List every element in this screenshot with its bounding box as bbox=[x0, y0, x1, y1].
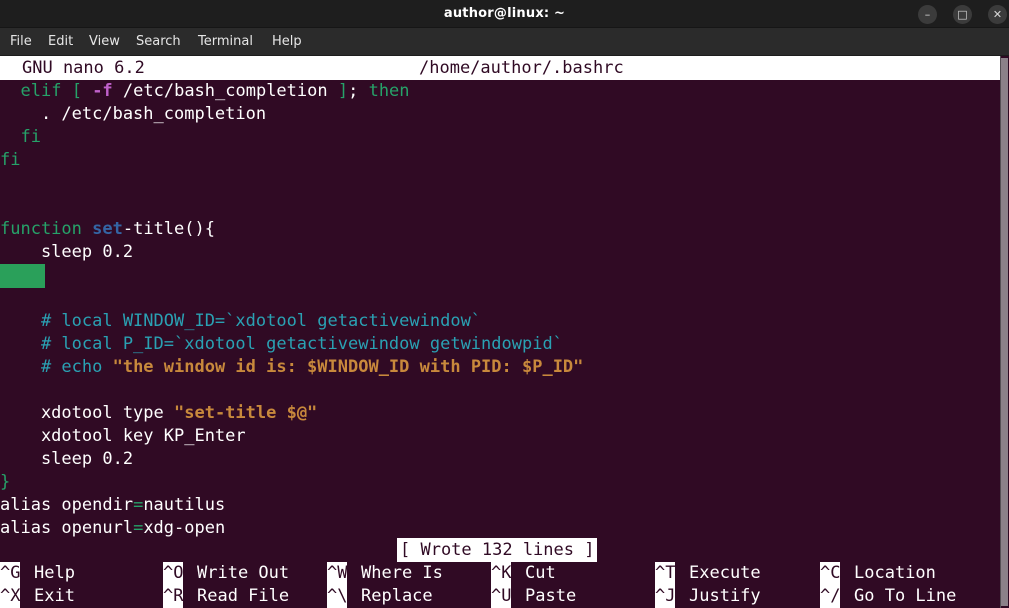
shortcut-key[interactable]: ^U bbox=[491, 585, 512, 608]
shortcut-label-read-file[interactable]: Read File bbox=[197, 585, 289, 608]
code-token: } bbox=[0, 472, 11, 492]
terminal-window: author@linux: ~ – □ ✕ File Edit View Search… bbox=[0, 0, 1009, 608]
code-token: ] bbox=[337, 81, 349, 101]
code-token: xdotool key KP_Enter bbox=[0, 426, 246, 446]
shortcut-key[interactable]: ^C bbox=[820, 562, 841, 585]
code-token: # echo bbox=[0, 357, 113, 377]
nano-shortcut-bar: ^G Help ^O Write Out ^W Where Is ^K Cut ^T Execut… bbox=[0, 562, 1009, 608]
shortcut-label-exit[interactable]: Exit bbox=[34, 585, 75, 608]
code-line: fi bbox=[0, 149, 20, 172]
menu-item-view[interactable]: View bbox=[89, 28, 120, 56]
nano-filename-label: /home/author/.bashrc bbox=[419, 58, 624, 78]
shortcut-label-replace[interactable]: Replace bbox=[361, 585, 433, 608]
shortcut-key[interactable]: ^W bbox=[327, 562, 348, 585]
shortcut-label-write-out[interactable]: Write Out bbox=[197, 562, 289, 585]
code-line: . /etc/bash_completion bbox=[0, 103, 266, 126]
code-line: # local P_ID=`xdotool getactivewindow ge… bbox=[0, 333, 563, 356]
nano-version-label: GNU nano 6.2 bbox=[22, 58, 145, 78]
code-token: xdotool type bbox=[0, 403, 174, 423]
shortcut-label-where-is[interactable]: Where Is bbox=[361, 562, 443, 585]
shortcut-key[interactable]: ^O bbox=[163, 562, 184, 585]
window-title: author@linux: ~ bbox=[443, 6, 566, 21]
code-token: "the window id is: $WINDOW_ID with PID: … bbox=[112, 357, 584, 377]
shortcut-label-location[interactable]: Location bbox=[854, 562, 936, 585]
code-token: -f bbox=[92, 81, 113, 101]
code-line: # echo "the window id is: $WINDOW_ID wit… bbox=[0, 356, 583, 379]
code-line: # local WINDOW_ID=`xdotool getactivewind… bbox=[0, 310, 481, 333]
code-token: = bbox=[133, 518, 144, 538]
code-token: /etc/bash_completion bbox=[112, 81, 338, 101]
code-token: fi bbox=[20, 127, 41, 147]
code-line: fi bbox=[0, 126, 41, 149]
code-line: sleep 0.2 bbox=[0, 241, 133, 264]
code-token: sleep 0.2 bbox=[0, 242, 134, 262]
code-token: = bbox=[133, 495, 144, 515]
shortcut-label-paste[interactable]: Paste bbox=[525, 585, 576, 608]
shortcut-key[interactable]: ^/ bbox=[820, 585, 841, 608]
code-token: ; bbox=[348, 81, 369, 101]
shortcut-key[interactable]: ^J bbox=[655, 585, 676, 608]
code-token: "set-title $@" bbox=[174, 403, 318, 423]
minimize-icon[interactable]: – bbox=[918, 5, 937, 24]
code-line: elif [ -f /etc/bash_completion ]; then bbox=[0, 80, 410, 103]
code-token: # local WINDOW_ID=`xdotool getactivewind… bbox=[0, 311, 482, 331]
code-token: alias openurl bbox=[0, 518, 134, 538]
code-token: xdg-open bbox=[143, 518, 226, 538]
code-line: } bbox=[0, 471, 10, 494]
menu-item-terminal[interactable]: Terminal bbox=[198, 28, 253, 56]
code-token: -title(){ bbox=[122, 219, 215, 239]
shortcut-label-help[interactable]: Help bbox=[34, 562, 75, 585]
menu-item-help[interactable]: Help bbox=[272, 28, 302, 56]
shortcut-key[interactable]: ^X bbox=[0, 585, 21, 608]
code-token: fi bbox=[0, 150, 21, 170]
editor-cursor-block bbox=[0, 264, 45, 288]
menu-item-edit[interactable]: Edit bbox=[48, 28, 73, 56]
shortcut-key[interactable]: ^\ bbox=[327, 585, 348, 608]
terminal-screen[interactable]: GNU nano 6.2 /home/author/.bashrc elif [… bbox=[0, 56, 1009, 608]
code-token: then bbox=[368, 81, 410, 101]
menubar: File Edit View Search Terminal Help bbox=[0, 28, 1009, 56]
code-token: . /etc/bash_completion bbox=[0, 104, 267, 124]
window-titlebar: author@linux: ~ – □ ✕ bbox=[0, 0, 1009, 28]
menu-item-file[interactable]: File bbox=[10, 28, 32, 56]
shortcut-key[interactable]: ^T bbox=[655, 562, 676, 585]
close-icon[interactable]: ✕ bbox=[988, 5, 1007, 24]
nano-header-bar: GNU nano 6.2 /home/author/.bashrc bbox=[0, 56, 1000, 80]
code-token: function bbox=[0, 219, 82, 239]
scrollbar-thumb[interactable] bbox=[1001, 58, 1008, 606]
shortcut-label-go-to-line[interactable]: Go To Line bbox=[854, 585, 956, 608]
code-line: xdotool type "set-title $@" bbox=[0, 402, 317, 425]
code-line: function set-title(){ bbox=[0, 218, 215, 241]
code-token: sleep 0.2 bbox=[0, 449, 134, 469]
code-token: elif bbox=[20, 81, 62, 101]
status-message: [ Wrote 132 lines ] bbox=[397, 538, 598, 562]
code-token: [ bbox=[71, 81, 82, 101]
code-token: alias opendir bbox=[0, 495, 134, 515]
code-token: nautilus bbox=[143, 495, 226, 515]
code-line: alias openurl=xdg-open bbox=[0, 517, 225, 540]
shortcut-key[interactable]: ^G bbox=[0, 562, 21, 585]
code-token: set bbox=[92, 219, 123, 239]
shortcut-key[interactable]: ^R bbox=[163, 585, 184, 608]
shortcut-label-cut[interactable]: Cut bbox=[525, 562, 556, 585]
shortcut-label-execute[interactable]: Execute bbox=[689, 562, 761, 585]
maximize-icon[interactable]: □ bbox=[953, 5, 972, 24]
code-line: xdotool key KP_Enter bbox=[0, 425, 246, 448]
code-line: sleep 0.2 bbox=[0, 448, 133, 471]
code-token: # local P_ID=`xdotool getactivewindow ge… bbox=[0, 334, 563, 354]
menu-item-search[interactable]: Search bbox=[136, 28, 181, 56]
shortcut-key[interactable]: ^K bbox=[491, 562, 512, 585]
code-line: alias opendir=nautilus bbox=[0, 494, 225, 517]
shortcut-label-justify[interactable]: Justify bbox=[689, 585, 761, 608]
